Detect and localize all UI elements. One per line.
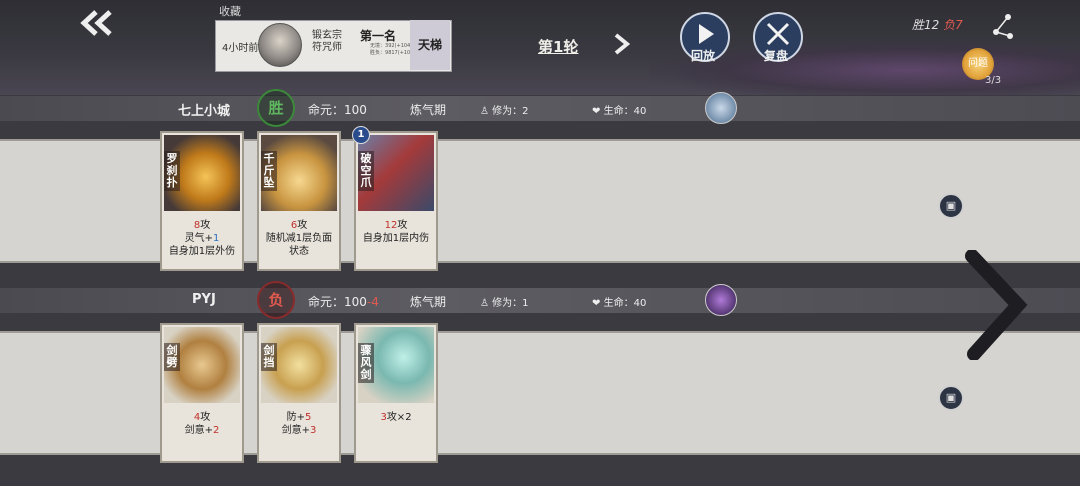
card-name: 剑劈 <box>164 343 180 371</box>
next-round-button[interactable] <box>611 32 633 62</box>
cultivation-stat: ♙ 修为：1 <box>480 294 529 309</box>
hp-stat: ❤ 生命：40 <box>592 294 646 309</box>
win-badge: 胜 <box>257 89 295 127</box>
cultivation-stat: ♙ 修为：2 <box>480 102 529 117</box>
favorite-sect: 锻玄宗 符咒师 <box>312 30 342 54</box>
cultivation-value: 2 <box>522 106 529 117</box>
lose-badge: 负 <box>257 281 295 319</box>
realm: 炼气期 <box>410 103 447 117</box>
back-button[interactable] <box>78 8 118 38</box>
card-pokong[interactable]: 破空爪 12攻 自身加1层内伤 <box>354 131 438 271</box>
life-value: 100 <box>344 295 367 309</box>
player-bar <box>0 288 1080 313</box>
card-name: 罗刹扑 <box>164 151 180 191</box>
life-label: 命元： <box>308 295 345 309</box>
favorite-label[interactable]: 收藏 <box>219 3 241 19</box>
sect-name: 锻玄宗 <box>312 30 342 41</box>
hp-label: 生命： <box>603 106 634 117</box>
favorite-time: 4小时前 <box>222 43 259 54</box>
card-description: 4攻 剑意+2 <box>184 412 220 436</box>
card-description: 12攻 自身加1层内伤 <box>362 220 430 244</box>
cultivation-value: 1 <box>522 298 529 309</box>
card-name: 千斤坠 <box>261 151 277 191</box>
player-bar <box>0 96 1080 121</box>
share-icon <box>993 14 1013 39</box>
stat-label: 胜负： <box>370 50 386 56</box>
card-description: 3攻×2 <box>380 412 412 423</box>
win-count: 胜12 <box>912 18 940 32</box>
realm: 炼气期 <box>410 295 447 309</box>
card-level-badge: 1 <box>352 126 370 144</box>
life-value: 100 <box>344 103 367 117</box>
favorite-rank: 第一名 <box>360 29 397 43</box>
card-description: 8攻 灵气+1 自身加1层外伤 <box>168 220 236 257</box>
brush-chevron-right-icon <box>965 249 1028 361</box>
opponent-avatar <box>258 23 302 67</box>
hp-value: 40 <box>633 106 647 117</box>
card-description: 6攻 随机减1层负面 状态 <box>265 220 333 257</box>
hp-label: 生命： <box>603 298 634 309</box>
share-button[interactable] <box>990 12 1016 42</box>
card-description: 防+5 剑意+3 <box>281 412 317 436</box>
hp-stat: ❤ 生命：40 <box>592 102 646 117</box>
card-name: 骤风剑 <box>358 343 374 383</box>
double-chevron-left-icon <box>80 10 112 36</box>
player-avatar[interactable] <box>705 284 737 316</box>
life-stat: 命元：100 <box>308 101 367 118</box>
item-slot-icon[interactable]: ▣ <box>938 193 964 219</box>
heart-icon: ❤ <box>592 106 601 117</box>
cultivation-label: 修为： <box>492 298 523 309</box>
win-loss-score: 胜12 负7 <box>912 16 963 33</box>
ladder-tag: 天梯 <box>410 20 450 70</box>
card-name: 破空爪 <box>358 151 374 191</box>
life-label: 命元： <box>308 103 345 117</box>
card-jianpi[interactable]: 剑劈 4攻 剑意+2 <box>160 323 244 463</box>
card-jiandang[interactable]: 剑挡 防+5 剑意+3 <box>257 323 341 463</box>
card-qianjin[interactable]: 千斤坠 6攻 随机减1层负面 状态 <box>257 131 341 271</box>
card-luosha[interactable]: 罗刹扑 8攻 灵气+1 自身加1层外伤 <box>160 131 244 271</box>
item-slot-icon[interactable]: ▣ <box>938 385 964 411</box>
person-icon: ♙ <box>480 106 489 117</box>
review-label: 复盘 <box>763 49 788 63</box>
stat-label: 无境： <box>370 43 386 49</box>
stat-value: 392(+104) <box>385 43 413 49</box>
favorite-stats: 无境：392(+104) 胜负：9817(+104) <box>370 43 415 57</box>
sect-role: 符咒师 <box>312 42 342 53</box>
life-stat: 命元：100-4 <box>308 293 379 310</box>
card-name: 剑挡 <box>261 343 277 371</box>
heart-icon: ❤ <box>592 298 601 309</box>
cultivation-label: 修为： <box>492 106 523 117</box>
replay-label: 回放 <box>690 49 715 63</box>
hp-value: 40 <box>633 298 647 309</box>
card-zhoufeng[interactable]: 骤风剑 3攻×2 <box>354 323 438 463</box>
round-label: 第1轮 <box>538 38 579 56</box>
player-name: PYJ <box>192 292 216 307</box>
loss-count: 负7 <box>943 18 963 32</box>
chevron-right-icon <box>614 33 631 55</box>
lamp-count: 3/3 <box>985 75 1002 86</box>
life-delta: -4 <box>366 295 379 309</box>
person-icon: ♙ <box>480 298 489 309</box>
next-page-button[interactable] <box>960 249 1030 361</box>
player-name: 七上小城 <box>178 104 231 119</box>
player-avatar[interactable] <box>705 92 737 124</box>
